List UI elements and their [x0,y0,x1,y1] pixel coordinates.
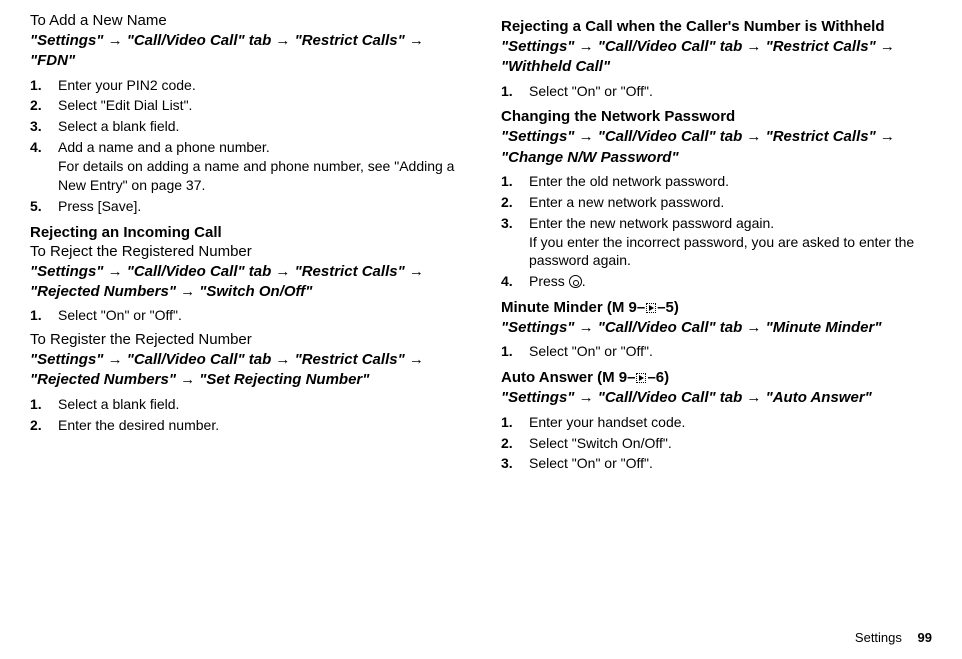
add-name-path: "Settings" → "Call/Video Call" tab → "Re… [30,31,461,72]
auto-answer-steps: Enter your handset code. Select "Switch … [501,413,932,474]
step-main: Enter the new network password again. [529,215,774,231]
footer-page-number: 99 [918,630,932,645]
heading-text: Minute Minder [501,299,603,316]
auto-answer-heading: Auto Answer (M 9– –6) [501,369,932,386]
menu-code-a: (M 9– [593,369,636,386]
footer-section: Settings [855,630,902,645]
step-text: Add a name and a phone number. For detai… [30,138,461,195]
step-text-a: Press [529,273,569,289]
heading-text: Auto Answer [501,369,593,386]
step-text: Enter your handset code. [501,413,932,432]
step-text: Select a blank field. [30,117,461,136]
reject-registered-subhead: To Reject the Registered Number [30,243,461,260]
auto-answer-path: "Settings" → "Call/Video Call" tab → "Au… [501,388,932,408]
page-columns: To Add a New Name "Settings" → "Call/Vid… [30,10,932,479]
add-name-steps: Enter your PIN2 code. Select "Edit Dial … [30,76,461,216]
step-text: Enter the new network password again. If… [501,214,932,271]
left-column: To Add a New Name "Settings" → "Call/Vid… [30,10,461,479]
register-rejected-path: "Settings" → "Call/Video Call" tab → "Re… [30,350,461,391]
center-key-icon [569,275,582,288]
step-text: Press . [501,272,932,291]
change-pw-steps: Enter the old network password. Enter a … [501,172,932,291]
step-note: For details on adding a name and phone n… [58,157,461,195]
minute-minder-path: "Settings" → "Call/Video Call" tab → "Mi… [501,318,932,338]
withheld-steps: Select "On" or "Off". [501,82,932,101]
withheld-heading: Rejecting a Call when the Caller's Numbe… [501,18,932,35]
register-rejected-steps: Select a blank field. Enter the desired … [30,395,461,435]
step-text: Enter the desired number. [30,416,461,435]
add-name-subhead: To Add a New Name [30,12,461,29]
page-footer: Settings 99 [855,630,932,645]
step-text: Select "On" or "Off". [501,454,932,473]
step-text: Enter your PIN2 code. [30,76,461,95]
right-arrow-icon [646,303,656,313]
minute-minder-heading: Minute Minder (M 9– –5) [501,299,932,316]
step-text: Select "Switch On/Off". [501,434,932,453]
reject-registered-path: "Settings" → "Call/Video Call" tab → "Re… [30,262,461,303]
change-pw-heading: Changing the Network Password [501,108,932,125]
right-arrow-icon [636,373,646,383]
register-rejected-subhead: To Register the Rejected Number [30,331,461,348]
reject-incoming-heading: Rejecting an Incoming Call [30,224,461,241]
step-text: Select a blank field. [30,395,461,414]
step-text: Select "On" or "Off". [501,342,932,361]
step-text: Select "On" or "Off". [30,306,461,325]
step-text: Enter the old network password. [501,172,932,191]
step-note: If you enter the incorrect password, you… [529,233,932,271]
step-text: Select "On" or "Off". [501,82,932,101]
change-pw-path: "Settings" → "Call/Video Call" tab → "Re… [501,127,932,168]
step-text: Select "Edit Dial List". [30,96,461,115]
minute-minder-steps: Select "On" or "Off". [501,342,932,361]
right-column: Rejecting a Call when the Caller's Numbe… [501,10,932,479]
step-text-b: . [582,273,586,289]
step-text: Enter a new network password. [501,193,932,212]
menu-code-b: –5) [657,299,679,316]
step-text: Press [Save]. [30,197,461,216]
menu-code-a: (M 9– [603,299,646,316]
step-main: Add a name and a phone number. [58,139,270,155]
withheld-path: "Settings" → "Call/Video Call" tab → "Re… [501,37,932,78]
menu-code-b: –6) [647,369,669,386]
reject-registered-steps: Select "On" or "Off". [30,306,461,325]
